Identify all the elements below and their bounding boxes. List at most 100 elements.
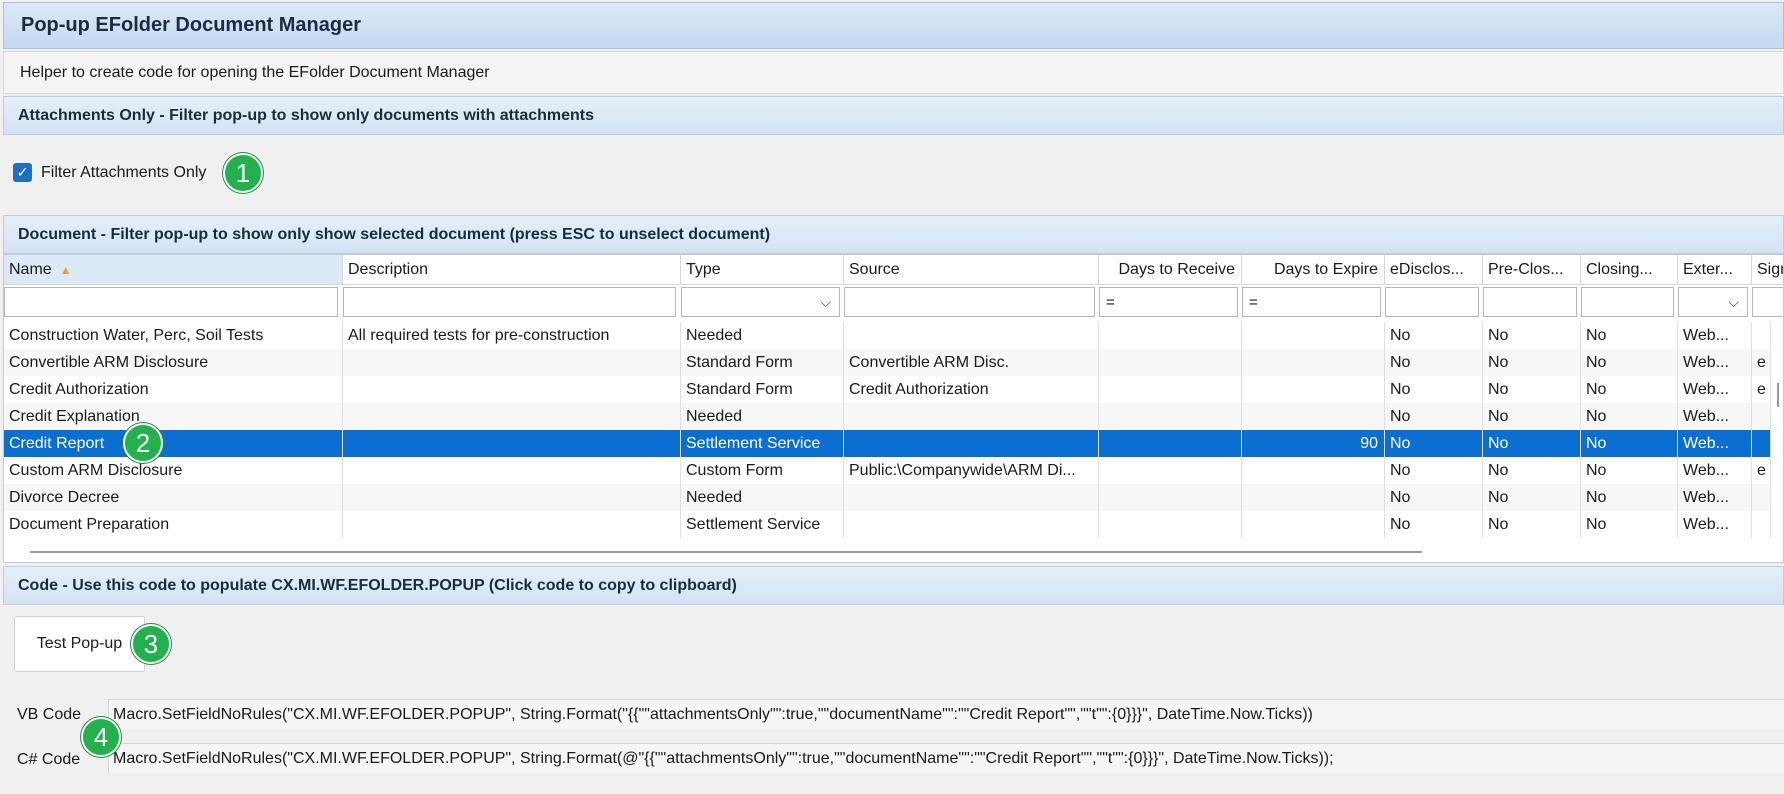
cell-days-to-receive bbox=[1099, 349, 1242, 376]
cell-edisclosure: No bbox=[1385, 484, 1483, 511]
cell-days-to-expire bbox=[1242, 322, 1385, 349]
cell-closing: No bbox=[1581, 349, 1678, 376]
cell-name: Divorce Decree bbox=[4, 484, 343, 511]
filter-days-to-expire-input[interactable]: = bbox=[1242, 287, 1381, 317]
chevron-down-icon: ⌵ bbox=[820, 294, 831, 310]
cell-days-to-expire: 90 bbox=[1242, 430, 1385, 457]
table-row-selected[interactable]: Credit Report Settlement Service 90 No N… bbox=[4, 430, 1771, 457]
test-popup-button[interactable]: Test Pop-up bbox=[14, 616, 145, 672]
cell-external: Web... bbox=[1678, 457, 1752, 484]
column-header-sign[interactable]: Sign bbox=[1752, 255, 1783, 285]
csharp-code-label: C# Code bbox=[17, 751, 81, 768]
column-header-name[interactable]: Name ▲ bbox=[4, 255, 343, 285]
vertical-scrollbar[interactable] bbox=[1777, 383, 1779, 407]
filter-edisclosure-input[interactable] bbox=[1385, 287, 1479, 317]
filter-attachments-label[interactable]: Filter Attachments Only bbox=[41, 164, 206, 182]
cell-days-to-expire bbox=[1242, 457, 1385, 484]
cell-type: Needed bbox=[681, 322, 844, 349]
cell-name: Convertible ARM Disclosure bbox=[4, 349, 343, 376]
cell-days-to-receive bbox=[1099, 457, 1242, 484]
cell-name: Credit Explanation bbox=[4, 403, 343, 430]
cell-pre-closing: No bbox=[1483, 322, 1581, 349]
callout-badge-1: 1 bbox=[223, 153, 263, 193]
chevron-down-icon: ⌵ bbox=[1728, 294, 1739, 310]
cell-name: Credit Authorization bbox=[4, 376, 343, 403]
cell-type: Settlement Service bbox=[681, 511, 844, 538]
cell-external: Web... bbox=[1678, 484, 1752, 511]
cell-pre-closing: No bbox=[1483, 349, 1581, 376]
cell-closing: No bbox=[1581, 430, 1678, 457]
cell-type: Needed bbox=[681, 403, 844, 430]
horizontal-scrollbar[interactable] bbox=[30, 551, 1422, 553]
cell-days-to-expire bbox=[1242, 484, 1385, 511]
vb-code-field[interactable]: Macro.SetFieldNoRules("CX.MI.WF.EFOLDER.… bbox=[108, 699, 1784, 729]
cell-pre-closing: No bbox=[1483, 430, 1581, 457]
cell-closing: No bbox=[1581, 322, 1678, 349]
filter-pre-closing-input[interactable] bbox=[1483, 287, 1577, 317]
table-row[interactable]: Divorce Decree Needed No No No Web... bbox=[4, 484, 1771, 511]
cell-description bbox=[343, 403, 681, 430]
cell-sign bbox=[1752, 322, 1771, 349]
cell-pre-closing: No bbox=[1483, 511, 1581, 538]
cell-edisclosure: No bbox=[1385, 376, 1483, 403]
callout-badge-4: 4 bbox=[81, 717, 121, 757]
cell-sign bbox=[1752, 430, 1771, 457]
cell-days-to-expire bbox=[1242, 511, 1385, 538]
cell-source bbox=[844, 403, 1099, 430]
filter-name-input[interactable] bbox=[4, 287, 338, 317]
cell-external: Web... bbox=[1678, 430, 1752, 457]
cell-description bbox=[343, 349, 681, 376]
cell-source: Public:\Companywide\ARM Di... bbox=[844, 457, 1099, 484]
cell-description bbox=[343, 430, 681, 457]
column-header-days-to-expire[interactable]: Days to Expire bbox=[1242, 255, 1385, 285]
column-header-description[interactable]: Description bbox=[343, 255, 681, 285]
column-header-type[interactable]: Type bbox=[681, 255, 844, 285]
filter-sign-input[interactable] bbox=[1752, 287, 1783, 317]
column-header-name-label: Name bbox=[9, 260, 52, 278]
column-header-external[interactable]: Exter... bbox=[1678, 255, 1752, 285]
column-header-source[interactable]: Source bbox=[844, 255, 1099, 285]
cell-pre-closing: No bbox=[1483, 376, 1581, 403]
cell-pre-closing: No bbox=[1483, 484, 1581, 511]
filter-source-input[interactable] bbox=[844, 287, 1095, 317]
cell-source: Credit Authorization bbox=[844, 376, 1099, 403]
column-header-pre-closing[interactable]: Pre-Clos... bbox=[1483, 255, 1581, 285]
cell-days-to-receive bbox=[1099, 403, 1242, 430]
cell-description bbox=[343, 457, 681, 484]
attachments-section-header: Attachments Only - Filter pop-up to show… bbox=[3, 96, 1784, 135]
filter-external-select[interactable]: ⌵ bbox=[1678, 287, 1748, 317]
filter-attachments-checkbox[interactable]: ✓ Filter Attachments Only bbox=[13, 163, 206, 182]
cell-description: All required tests for pre-construction bbox=[343, 322, 681, 349]
cell-days-to-receive bbox=[1099, 376, 1242, 403]
cell-type: Settlement Service bbox=[681, 430, 844, 457]
cell-external: Web... bbox=[1678, 322, 1752, 349]
csharp-code-field[interactable]: Macro.SetFieldNoRules("CX.MI.WF.EFOLDER.… bbox=[108, 743, 1784, 773]
cell-closing: No bbox=[1581, 457, 1678, 484]
table-row[interactable]: Credit Authorization Standard Form Credi… bbox=[4, 376, 1771, 403]
column-header-edisclosure[interactable]: eDisclos... bbox=[1385, 255, 1483, 285]
cell-pre-closing: No bbox=[1483, 457, 1581, 484]
check-icon[interactable]: ✓ bbox=[13, 163, 32, 182]
table-row[interactable]: Convertible ARM Disclosure Standard Form… bbox=[4, 349, 1771, 376]
cell-description bbox=[343, 484, 681, 511]
window-title: Pop-up EFolder Document Manager bbox=[3, 2, 1784, 49]
filter-type-select[interactable]: ⌵ bbox=[681, 287, 840, 317]
table-row[interactable]: Document Preparation Settlement Service … bbox=[4, 511, 1771, 538]
document-section-header: Document - Filter pop-up to show only sh… bbox=[3, 215, 1784, 254]
cell-days-to-receive bbox=[1099, 511, 1242, 538]
cell-sign bbox=[1752, 403, 1771, 430]
column-header-days-to-receive[interactable]: Days to Receive bbox=[1099, 255, 1242, 285]
column-header-closing[interactable]: Closing... bbox=[1581, 255, 1678, 285]
cell-closing: No bbox=[1581, 484, 1678, 511]
sort-ascending-icon: ▲ bbox=[59, 262, 72, 277]
filter-days-to-receive-input[interactable]: = bbox=[1099, 287, 1238, 317]
cell-pre-closing: No bbox=[1483, 403, 1581, 430]
cell-name: Construction Water, Perc, Soil Tests bbox=[4, 322, 343, 349]
table-row[interactable]: Credit Explanation Needed No No No Web..… bbox=[4, 403, 1771, 430]
cell-source: Convertible ARM Disc. bbox=[844, 349, 1099, 376]
table-row[interactable]: Custom ARM Disclosure Custom Form Public… bbox=[4, 457, 1771, 484]
cell-days-to-expire bbox=[1242, 403, 1385, 430]
table-row[interactable]: Construction Water, Perc, Soil Tests All… bbox=[4, 322, 1771, 349]
filter-description-input[interactable] bbox=[343, 287, 676, 317]
filter-closing-input[interactable] bbox=[1581, 287, 1674, 317]
